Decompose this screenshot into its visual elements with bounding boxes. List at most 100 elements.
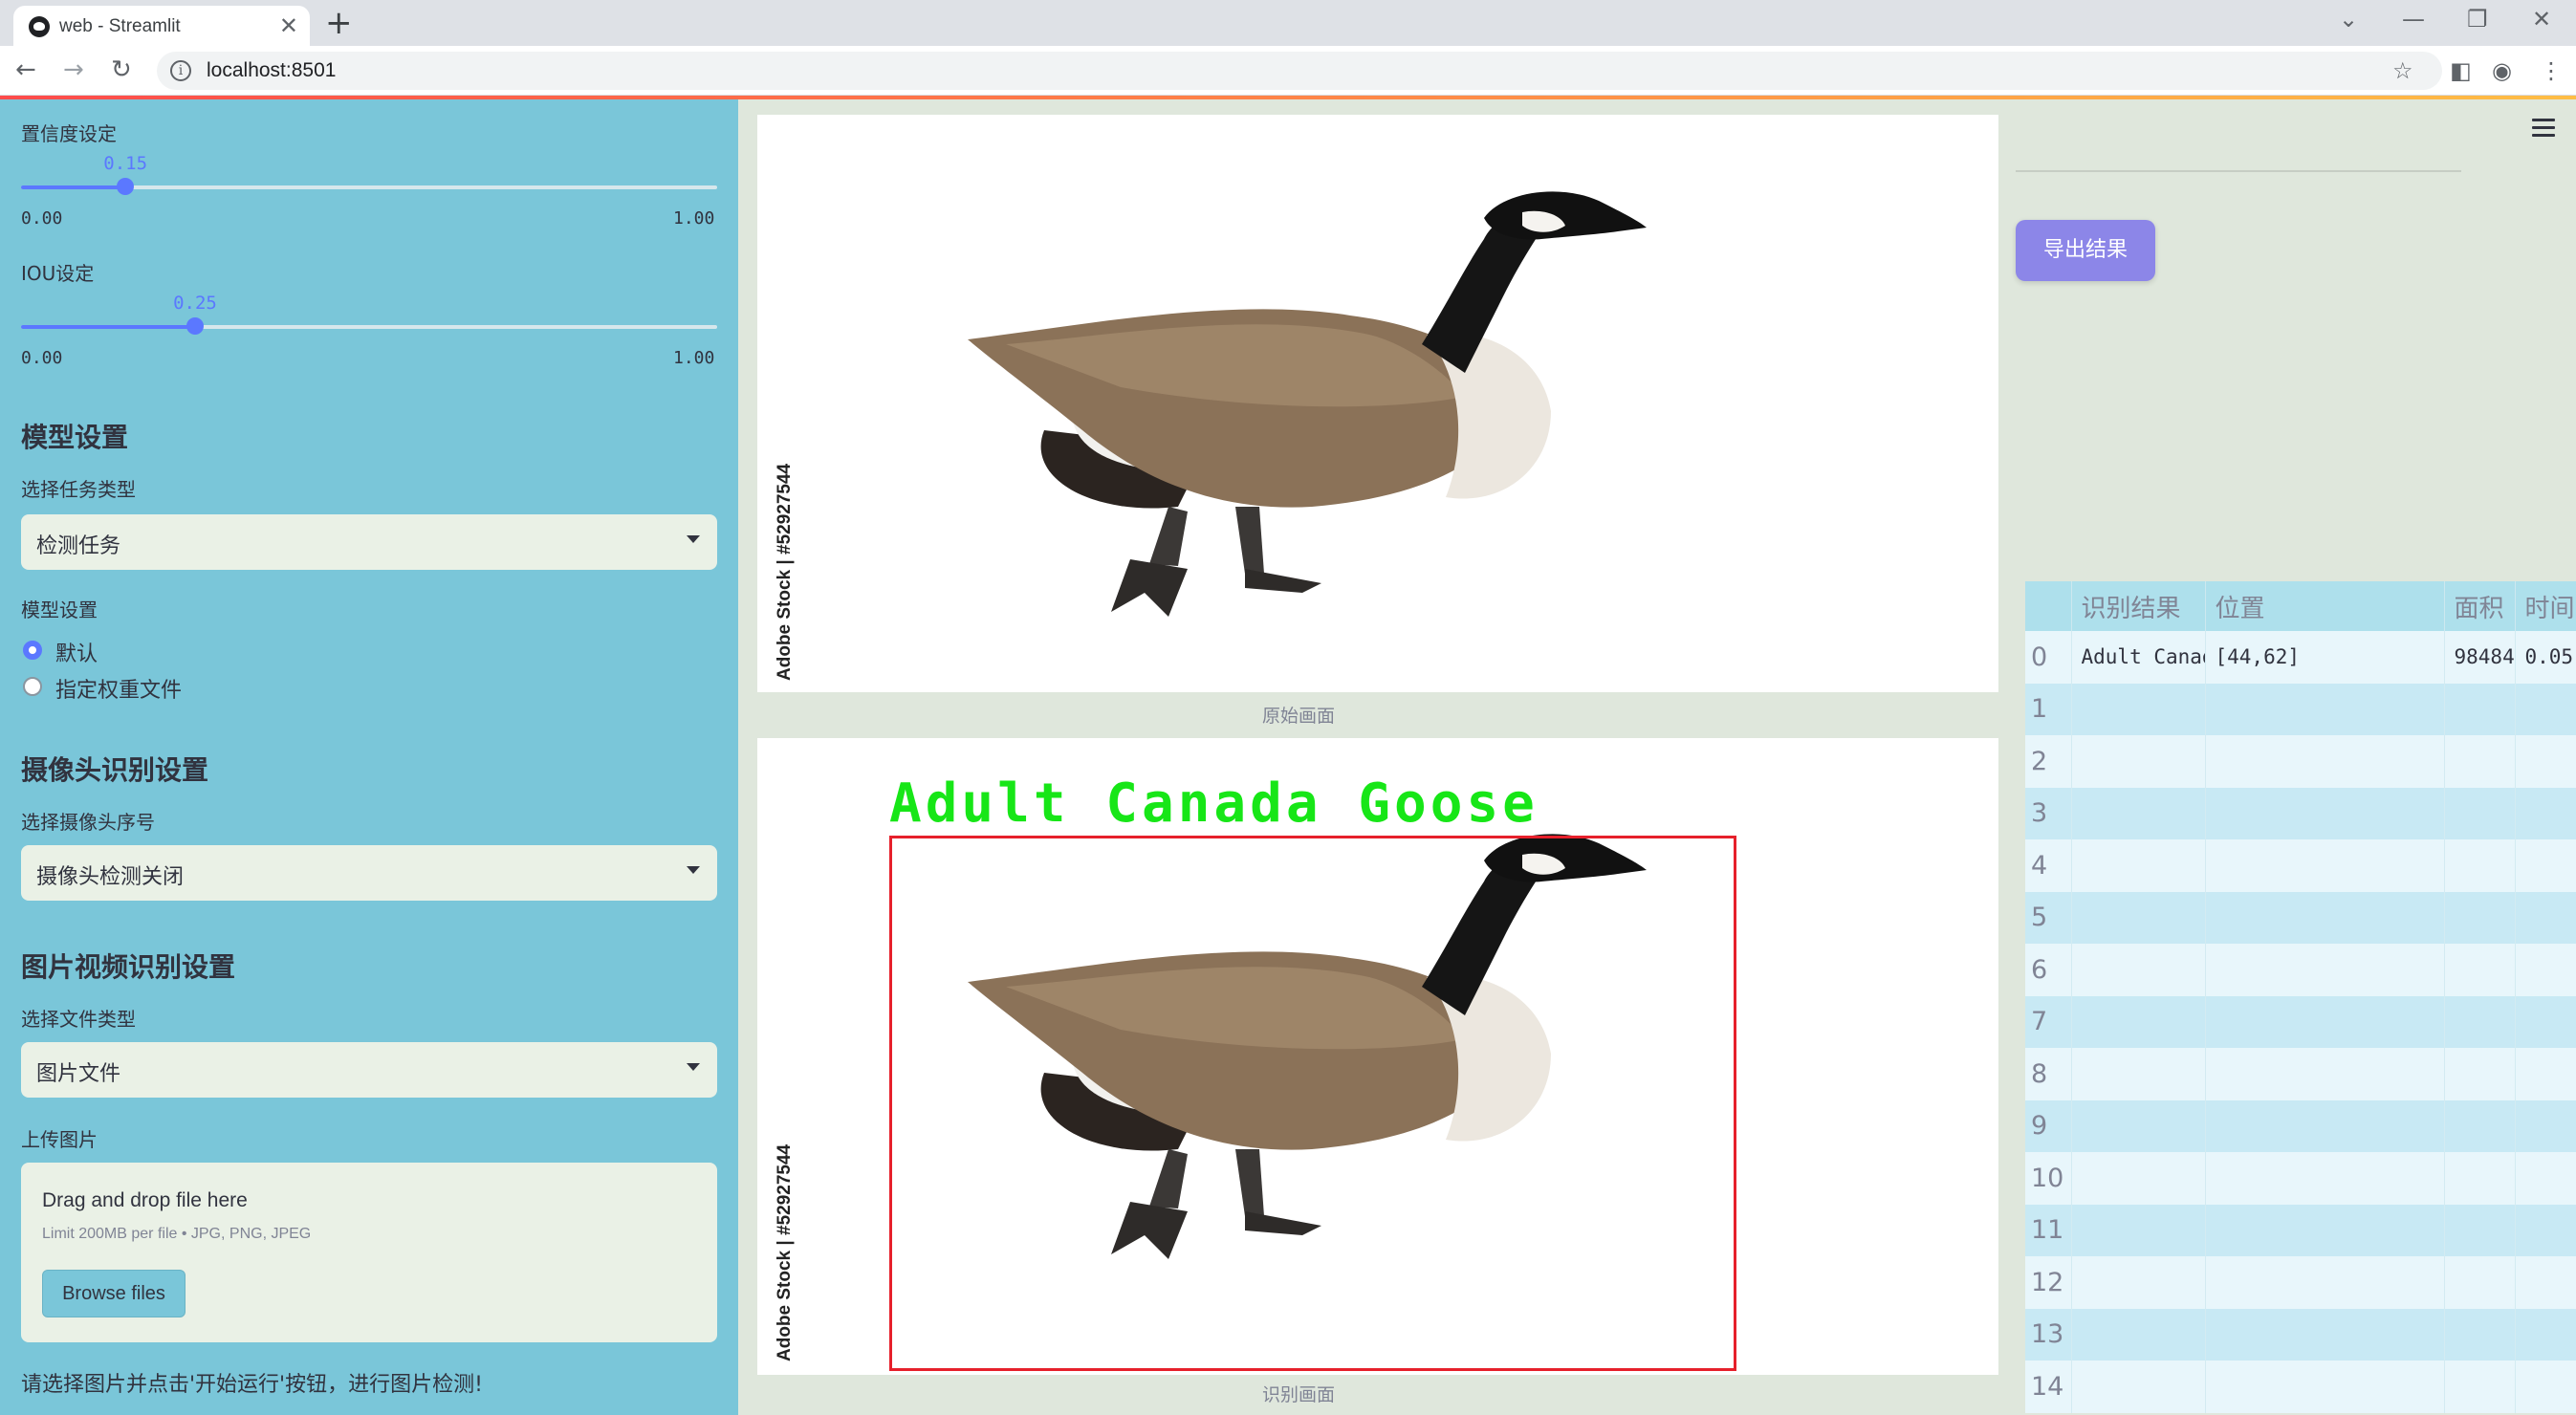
table-row[interactable]: 3 [2025, 787, 2576, 839]
table-cell-index: 12 [2025, 1256, 2072, 1309]
radio-custom-weights[interactable] [23, 677, 42, 696]
table-row[interactable]: 7 [2025, 995, 2576, 1048]
table-cell-area [2444, 1256, 2516, 1309]
file-uploader-dropzone[interactable]: Drag and drop file here Limit 200MB per … [21, 1163, 717, 1342]
file-type-label: 选择文件类型 [21, 1008, 136, 1031]
table-row[interactable]: 10 [2025, 1152, 2576, 1205]
table-cell-area: 98484 [2444, 631, 2516, 684]
side-panel-icon[interactable]: ◧ [2450, 57, 2472, 84]
results-table: 识别结果 位置 面积 时间 0Adult Canada Goose[44,62]… [2025, 581, 2576, 1413]
table-cell-position [2205, 1308, 2445, 1361]
table-cell-time [2515, 787, 2576, 839]
task-type-value: 检测任务 [36, 534, 121, 558]
table-cell-time [2515, 891, 2576, 944]
iou-max: 1.00 [673, 348, 715, 368]
file-type-select[interactable]: 图片文件 [21, 1042, 717, 1098]
task-type-select[interactable]: 检测任务 [21, 514, 717, 570]
profile-icon[interactable]: ◉ [2492, 57, 2512, 84]
table-cell-area [2444, 995, 2516, 1048]
table-cell-index: 9 [2025, 1099, 2072, 1152]
model-section-title: 模型设置 [21, 422, 129, 453]
table-cell-position [2205, 944, 2445, 996]
table-cell-time [2515, 683, 2576, 735]
original-caption: 原始画面 [1261, 706, 1336, 727]
table-cell-result [2071, 1256, 2206, 1309]
back-icon[interactable]: ← [15, 55, 36, 84]
table-cell-index: 13 [2025, 1308, 2072, 1361]
table-header-time[interactable]: 时间 [2515, 581, 2576, 631]
table-cell-time: 0.05 [2515, 631, 2576, 684]
table-row[interactable]: 0Adult Canada Goose[44,62]984840.05 [2025, 631, 2576, 684]
table-cell-time [2515, 1361, 2576, 1413]
image-watermark: Adobe Stock | #52927544 [775, 463, 795, 681]
browser-menu-icon[interactable]: ⋮ [2540, 57, 2563, 84]
hamburger-menu-icon[interactable] [2532, 119, 2555, 142]
export-results-button[interactable]: 导出结果 [2016, 220, 2155, 281]
divider [2016, 170, 2461, 172]
tab-search-icon[interactable]: ⌄ [2339, 6, 2358, 33]
table-cell-result [2071, 891, 2206, 944]
upload-title: Drag and drop file here [42, 1189, 248, 1211]
upload-limit: Limit 200MB per file • JPG, PNG, JPEG [42, 1226, 312, 1242]
table-cell-time [2515, 735, 2576, 788]
browser-tab[interactable]: web - Streamlit ✕ [13, 6, 310, 46]
table-row[interactable]: 11 [2025, 1204, 2576, 1256]
confidence-slider-thumb[interactable] [117, 178, 135, 195]
table-row[interactable]: 13 [2025, 1308, 2576, 1361]
reload-icon[interactable]: ↻ [111, 55, 132, 84]
table-cell-result [2071, 944, 2206, 996]
restore-icon[interactable]: ❐ [2467, 6, 2488, 33]
tab-close-icon[interactable]: ✕ [279, 12, 298, 39]
file-type-value: 图片文件 [36, 1062, 121, 1086]
site-info-icon[interactable]: i [170, 60, 191, 81]
table-row[interactable]: 12 [2025, 1256, 2576, 1309]
table-cell-time [2515, 1256, 2576, 1309]
iou-slider-thumb[interactable] [186, 317, 204, 335]
minimize-icon[interactable]: — [2402, 6, 2425, 33]
confidence-slider[interactable] [21, 178, 717, 195]
table-cell-result [2071, 735, 2206, 788]
table-row[interactable]: 8 [2025, 1048, 2576, 1100]
camera-select-label: 选择摄像头序号 [21, 811, 155, 834]
table-cell-position [2205, 1204, 2445, 1256]
table-header-position[interactable]: 位置 [2205, 581, 2445, 631]
table-header-result[interactable]: 识别结果 [2071, 581, 2206, 631]
table-row[interactable]: 4 [2025, 839, 2576, 892]
table-cell-area [2444, 1152, 2516, 1205]
table-row[interactable]: 5 [2025, 891, 2576, 944]
iou-slider[interactable] [21, 317, 717, 335]
table-cell-result [2071, 787, 2206, 839]
table-cell-area [2444, 1308, 2516, 1361]
table-row[interactable]: 6 [2025, 944, 2576, 996]
address-bar[interactable]: i localhost:8501 [157, 52, 2442, 90]
camera-select[interactable]: 摄像头检测关闭 [21, 845, 717, 901]
forward-icon[interactable]: → [63, 55, 84, 84]
table-row[interactable]: 1 [2025, 683, 2576, 735]
radio-custom-weights-label[interactable]: 指定权重文件 [55, 673, 182, 704]
table-cell-time [2515, 1152, 2576, 1205]
table-header-index[interactable] [2025, 581, 2072, 631]
chevron-down-icon [687, 1063, 700, 1071]
table-cell-position [2205, 891, 2445, 944]
detection-label: Adult Canada Goose [889, 773, 1539, 835]
table-cell-index: 7 [2025, 995, 2072, 1048]
radio-default[interactable] [23, 641, 42, 660]
bookmark-star-icon[interactable]: ☆ [2392, 57, 2413, 84]
table-cell-position [2205, 995, 2445, 1048]
browse-files-button[interactable]: Browse files [42, 1270, 186, 1317]
table-cell-area [2444, 839, 2516, 892]
table-row[interactable]: 14 [2025, 1361, 2576, 1413]
radio-default-label[interactable]: 默认 [55, 637, 98, 667]
confidence-max: 1.00 [673, 208, 715, 229]
table-cell-time [2515, 1204, 2576, 1256]
table-row[interactable]: 9 [2025, 1099, 2576, 1152]
window-close-icon[interactable]: ✕ [2532, 6, 2551, 33]
table-cell-area [2444, 1204, 2516, 1256]
table-header-area[interactable]: 面积 [2444, 581, 2516, 631]
table-cell-position: [44,62] [2205, 631, 2445, 684]
table-row[interactable]: 2 [2025, 735, 2576, 788]
iou-slider-fill [21, 325, 195, 329]
new-tab-icon[interactable]: + [325, 4, 353, 42]
confidence-slider-fill [21, 185, 126, 189]
table-cell-area [2444, 787, 2516, 839]
